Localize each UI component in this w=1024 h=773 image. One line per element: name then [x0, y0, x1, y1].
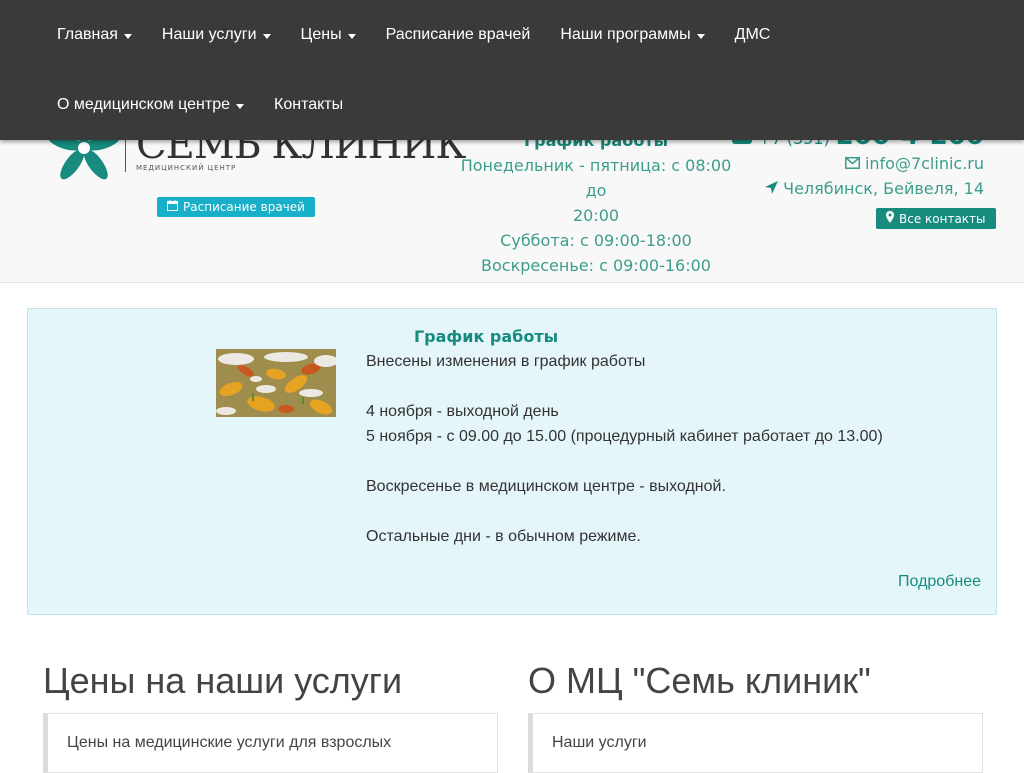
main-navbar: Главная Наши услуги Цены Расписание врач…	[0, 0, 1024, 140]
about-panel: Наши услуги	[528, 713, 983, 773]
more-link[interactable]: Подробнее	[898, 573, 981, 591]
nav-label: Наши программы	[560, 26, 691, 43]
notice-line: Воскресенье в медицинском центре - выход…	[366, 478, 726, 495]
nav-item-contacts[interactable]: Контакты	[259, 96, 358, 114]
doctor-schedule-button[interactable]: Расписание врачей	[157, 197, 315, 217]
address: Челябинск, Бейвеля, 14	[724, 176, 984, 201]
doctor-schedule-label: Расписание врачей	[183, 200, 305, 214]
notice-line	[366, 499, 976, 524]
nav-item-dms[interactable]: ДМС	[720, 26, 786, 44]
nav-label: Цены	[300, 26, 342, 43]
notice-line: 5 ноября - с 09.00 до 15.00 (процедурный…	[366, 428, 883, 445]
working-hours: График работы Понедельник - пятница: с 0…	[456, 128, 736, 278]
map-marker-icon	[886, 211, 894, 226]
caret-down-icon	[262, 33, 271, 39]
notice-body: Внесены изменения в график работы 4 нояб…	[366, 349, 976, 549]
schedule-notice: График работы Внесены изменения в график…	[27, 308, 997, 615]
nav-item-about[interactable]: О медицинском центре	[42, 96, 259, 114]
notice-line: Остальные дни - в обычном режиме.	[366, 528, 641, 545]
nav-label: ДМС	[734, 26, 771, 43]
calendar-icon	[167, 200, 178, 214]
nav-item-home[interactable]: Главная	[42, 26, 147, 44]
nav-item-prices[interactable]: Цены	[286, 26, 371, 44]
autumn-leaves-image	[216, 349, 336, 417]
caret-down-icon	[347, 33, 356, 39]
about-section-title: О МЦ "Семь клиник"	[528, 660, 871, 701]
nav-label: Расписание врачей	[385, 26, 531, 43]
notice-line: 4 ноября - выходной день	[366, 403, 559, 420]
notice-line: Внесены изменения в график работы	[366, 353, 646, 370]
envelope-icon	[844, 151, 860, 176]
nav-item-doctor-schedule[interactable]: Расписание врачей	[371, 26, 546, 44]
hours-sunday: Воскресенье: с 09:00-16:00	[481, 256, 711, 275]
location-arrow-icon	[765, 176, 779, 201]
notice-line	[366, 449, 976, 474]
nav-label: Наши услуги	[161, 26, 257, 43]
prices-adults-link[interactable]: Цены на медицинские услуги для взрослых	[67, 734, 391, 752]
caret-down-icon	[236, 103, 245, 109]
nav-item-services[interactable]: Наши услуги	[147, 26, 286, 44]
hours-saturday: Суббота: с 09:00-18:00	[500, 231, 692, 250]
all-contacts-button[interactable]: Все контакты	[876, 208, 996, 229]
address-text: Челябинск, Бейвеля, 14	[783, 179, 984, 198]
caret-down-icon	[123, 33, 132, 39]
all-contacts-label: Все контакты	[899, 211, 986, 226]
nav-label: Контакты	[274, 96, 344, 113]
notice-title-text: График работы	[413, 327, 559, 346]
prices-panel: Цены на медицинские услуги для взрослых	[43, 713, 498, 773]
notice-line	[366, 374, 976, 399]
caret-down-icon	[696, 33, 705, 39]
email-text: info@7clinic.ru	[864, 154, 984, 173]
nav-label: Главная	[57, 26, 118, 43]
our-services-link[interactable]: Наши услуги	[552, 734, 647, 752]
nav-item-programs[interactable]: Наши программы	[545, 26, 719, 44]
nav-row-2: О медицинском центре Контакты	[42, 70, 358, 140]
nav-label: О медицинском центре	[57, 96, 231, 113]
nav-row-1: Главная Наши услуги Цены Расписание врач…	[42, 0, 785, 70]
hours-weekdays-1: Понедельник - пятница: с 08:00 до	[460, 156, 732, 200]
email-link[interactable]: info@7clinic.ru	[724, 151, 984, 176]
notice-title: График работы	[28, 327, 998, 346]
hours-weekdays-2: 20:00	[572, 206, 620, 225]
prices-section-title: Цены на наши услуги	[43, 660, 403, 701]
logo-subtitle: МЕДИЦИНСКИЙ ЦЕНТР	[136, 164, 237, 172]
